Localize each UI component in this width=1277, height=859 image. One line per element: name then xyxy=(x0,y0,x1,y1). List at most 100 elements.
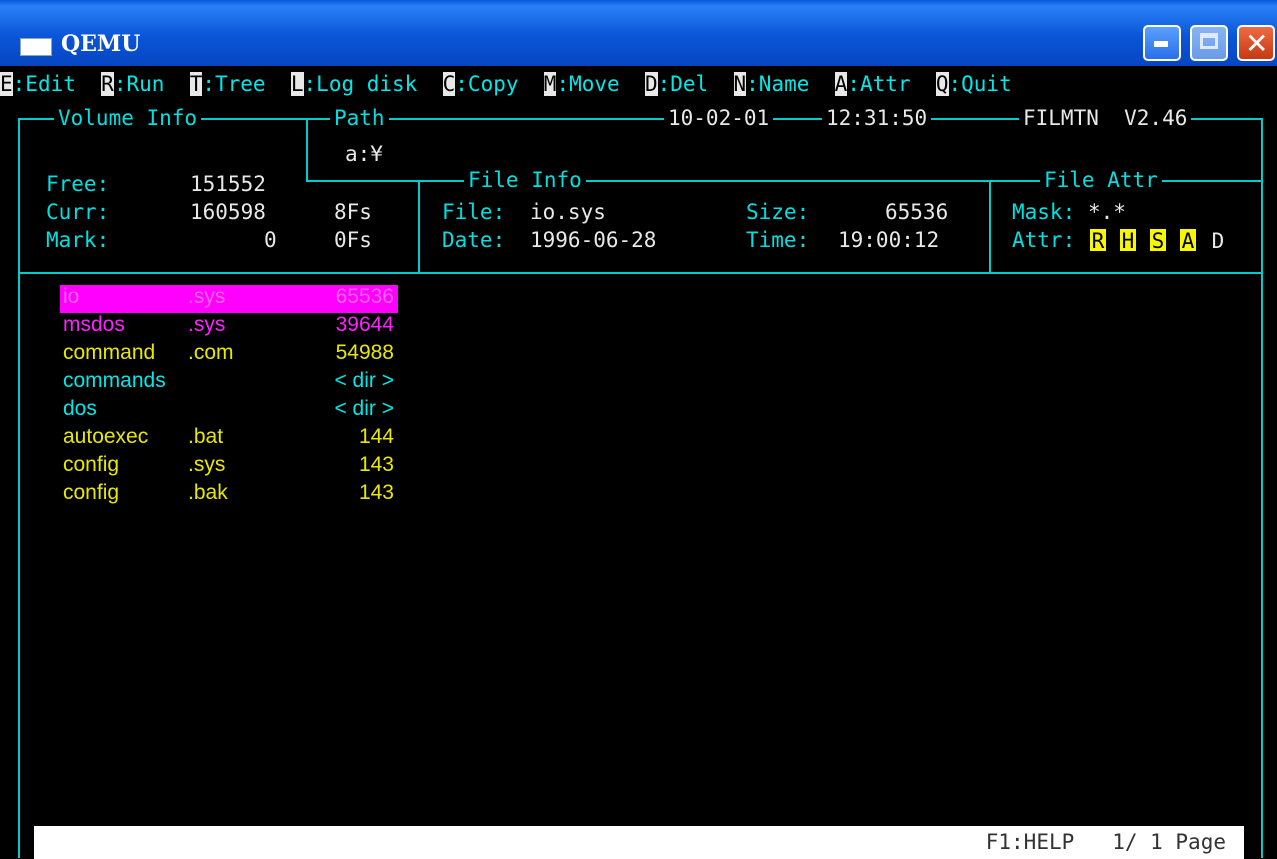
menu-label: :Attr xyxy=(847,72,911,96)
menu-hotkey: C xyxy=(442,72,456,96)
mark-value: 0 xyxy=(264,228,277,252)
menu-hotkey: L xyxy=(290,72,304,96)
menu-item-copy[interactable]: C:Copy xyxy=(442,72,519,96)
menu-item-attr[interactable]: A:Attr xyxy=(834,72,911,96)
status-bar: F1:HELP 1/ 1 Page xyxy=(34,826,1244,859)
attr-flag-h[interactable]: H xyxy=(1120,229,1136,253)
file-name: config xyxy=(63,481,120,504)
file-name: io xyxy=(63,285,80,308)
file-size: < dir > xyxy=(334,369,394,392)
date-value: 1996-06-28 xyxy=(530,228,657,252)
size-value: 65536 xyxy=(885,200,949,224)
file-info-heading: File Info xyxy=(464,168,586,192)
file-ext: .sys xyxy=(188,453,226,476)
menu-label: :Run xyxy=(113,72,165,96)
file-row[interactable]: commands < dir > xyxy=(60,369,398,397)
file-size: 65536 xyxy=(335,285,394,308)
file-ext: .sys xyxy=(188,313,226,336)
file-name: msdos xyxy=(63,313,125,336)
menu-label: :Name xyxy=(746,72,810,96)
menu-label: :Move xyxy=(556,72,620,96)
menu-item-edit[interactable]: E:Edit xyxy=(0,72,76,96)
file-row[interactable]: autoexec .bat 144 xyxy=(60,425,398,453)
frame-divider-info xyxy=(418,180,420,272)
window-title: QEMU xyxy=(61,31,141,57)
menu-item-log-disk[interactable]: L:Log disk xyxy=(290,72,418,96)
menu-label: :Log disk xyxy=(303,72,418,96)
page-indicator: 1/ 1 Page xyxy=(1112,830,1226,854)
curr-label: Curr: xyxy=(46,200,110,224)
menu-item-move[interactable]: M:Move xyxy=(543,72,620,96)
menu-label: :Edit xyxy=(12,72,76,96)
dos-screen[interactable]: E:Edit R:Run T:Tree L:Log disk C:Copy M:… xyxy=(0,66,1277,859)
frame-right-line xyxy=(1261,118,1263,858)
system-time: 12:31:50 xyxy=(822,106,932,130)
curr-value: 160598 xyxy=(190,200,266,224)
file-value: io.sys xyxy=(530,200,606,224)
menu-bar: E:Edit R:Run T:Tree L:Log disk C:Copy M:… xyxy=(0,72,1012,100)
minimize-button[interactable] xyxy=(1143,25,1181,61)
menu-label: :Copy xyxy=(455,72,519,96)
file-list: io .sys 65536 msdos .sys 39644 command .com 5498… xyxy=(60,285,398,509)
file-row[interactable]: io .sys 65536 xyxy=(60,285,398,313)
attr-flag-d[interactable]: D xyxy=(1210,229,1226,253)
free-label: Free: xyxy=(46,172,110,196)
file-name: config xyxy=(63,453,120,476)
file-size: < dir > xyxy=(334,397,394,420)
attr-flag-a[interactable]: A xyxy=(1180,229,1196,253)
title-bar[interactable]: QEMU ✕ xyxy=(0,0,1277,66)
frame-left-line xyxy=(18,118,20,858)
close-icon: ✕ xyxy=(1245,27,1269,60)
maximize-button[interactable] xyxy=(1190,25,1228,61)
file-size: 143 xyxy=(358,453,394,476)
file-size: 144 xyxy=(358,425,394,448)
size-label: Size: xyxy=(746,200,810,224)
mark-files: 0Fs xyxy=(334,228,372,252)
attr-flag-r[interactable]: R xyxy=(1090,229,1106,253)
file-row[interactable]: config .bak 143 xyxy=(60,481,398,509)
attr-flag-s[interactable]: S xyxy=(1150,229,1166,253)
status-text: F1:HELP 1/ 1 Page xyxy=(986,830,1226,854)
maximize-icon xyxy=(1200,33,1218,49)
file-row[interactable]: dos < dir > xyxy=(60,397,398,425)
volume-info-heading: Volume Info xyxy=(54,106,202,130)
curr-files: 8Fs xyxy=(334,200,372,224)
menu-hotkey: N xyxy=(733,72,747,96)
file-row[interactable]: config .sys 143 xyxy=(60,453,398,481)
file-name: commands xyxy=(63,369,166,392)
menu-hotkey: T xyxy=(189,72,203,96)
file-ext: .com xyxy=(188,341,234,364)
menu-item-quit[interactable]: Q:Quit xyxy=(935,72,1012,96)
close-button[interactable]: ✕ xyxy=(1237,25,1275,61)
time-value: 19:00:12 xyxy=(838,228,940,252)
frame-list-top-line xyxy=(18,272,1263,274)
file-ext: .bak xyxy=(188,481,228,504)
menu-item-del[interactable]: D:Del xyxy=(644,72,709,96)
mask-label: Mask: xyxy=(1012,200,1076,224)
frame-divider-volume-path xyxy=(306,118,308,182)
app-icon xyxy=(20,38,52,56)
menu-hotkey: R xyxy=(101,72,114,96)
minimize-icon xyxy=(1154,41,1168,47)
file-row[interactable]: command .com 54988 xyxy=(60,341,398,369)
time-label: Time: xyxy=(746,228,810,252)
frame-divider-attr xyxy=(989,180,991,272)
file-size: 143 xyxy=(358,481,394,504)
menu-item-run[interactable]: R:Run xyxy=(101,72,164,96)
path-heading: Path xyxy=(330,106,389,130)
file-name: dos xyxy=(63,397,97,420)
attr-label: Attr: xyxy=(1012,228,1076,252)
help-hint[interactable]: F1:HELP xyxy=(986,830,1075,854)
file-name: autoexec xyxy=(63,425,149,448)
file-size: 39644 xyxy=(335,313,394,336)
file-row[interactable]: msdos .sys 39644 xyxy=(60,313,398,341)
menu-label: :Del xyxy=(657,72,709,96)
menu-hotkey: D xyxy=(644,72,658,96)
file-ext: .sys xyxy=(188,285,226,308)
file-label: File: xyxy=(442,200,506,224)
menu-item-name[interactable]: N:Name xyxy=(733,72,810,96)
system-date: 10-02-01 xyxy=(664,106,774,130)
menu-hotkey: Q xyxy=(935,72,949,96)
menu-item-tree[interactable]: T:Tree xyxy=(189,72,266,96)
menu-label: :Tree xyxy=(202,72,266,96)
